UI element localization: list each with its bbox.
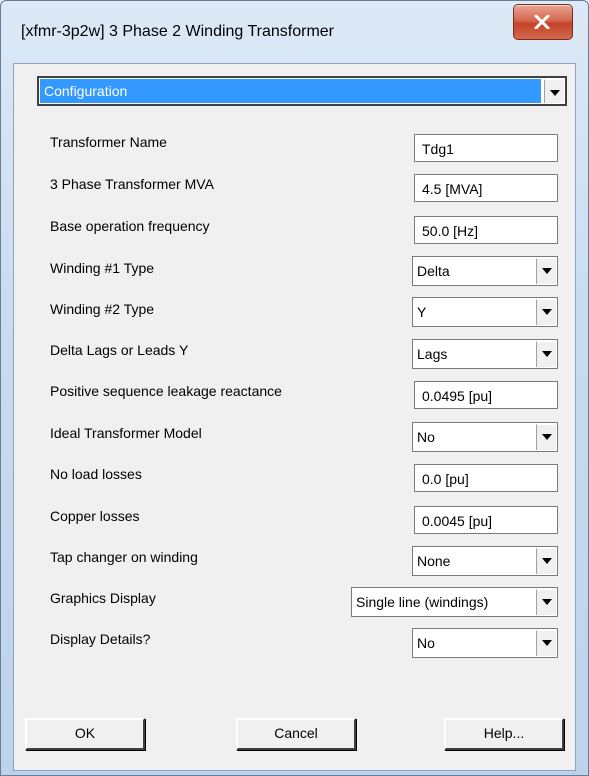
no-load-losses-value: 0.0 [pu]	[422, 471, 469, 487]
param-label-delta-lags: Delta Lags or Leads Y	[50, 342, 189, 358]
ideal-model-select[interactable]: No	[412, 422, 558, 452]
copper-losses-field[interactable]: 0.0045 [pu]	[414, 506, 558, 534]
chevron-down-icon	[542, 268, 552, 274]
graphics-display-value: Single line (windings)	[356, 594, 489, 610]
param-label-mva: 3 Phase Transformer MVA	[50, 176, 214, 192]
chevron-down-icon	[542, 640, 552, 646]
param-label-winding2-type: Winding #2 Type	[50, 301, 155, 317]
close-icon	[534, 15, 550, 29]
transformer-name-field[interactable]: Tdg1	[414, 134, 558, 162]
chevron-down-icon	[542, 309, 552, 315]
chevron-down-icon	[542, 599, 552, 605]
dialog-body: Configuration Transformer Name Tdg1 3 Ph…	[13, 63, 576, 771]
param-label-winding1-type: Winding #1 Type	[50, 260, 155, 276]
close-button[interactable]	[513, 4, 573, 40]
delta-lags-arrow[interactable]	[536, 341, 556, 367]
winding1-type-value: Delta	[417, 263, 450, 279]
param-label-graphics-display: Graphics Display	[50, 590, 156, 606]
winding1-type-arrow[interactable]	[536, 258, 556, 284]
frequency-value: 50.0 [Hz]	[422, 223, 479, 239]
chevron-down-icon	[550, 90, 560, 96]
param-label-copper-losses: Copper losses	[50, 508, 140, 524]
ideal-model-arrow[interactable]	[536, 424, 556, 450]
param-label-display-details: Display Details?	[50, 631, 151, 647]
mva-field[interactable]: 4.5 [MVA]	[414, 174, 558, 202]
winding1-type-select[interactable]: Delta	[412, 256, 558, 286]
leakage-reactance-field[interactable]: 0.0495 [pu]	[414, 381, 558, 409]
winding2-type-select[interactable]: Y	[412, 297, 558, 327]
section-select[interactable]: Configuration	[37, 76, 567, 106]
section-select-arrow[interactable]	[544, 79, 564, 103]
graphics-display-select[interactable]: Single line (windings)	[351, 587, 558, 617]
param-label-transformer-name: Transformer Name	[50, 134, 167, 150]
cancel-button[interactable]: Cancel	[236, 718, 356, 750]
ok-button[interactable]: OK	[25, 718, 145, 750]
tap-changer-arrow[interactable]	[536, 548, 556, 574]
param-label-tap-changer: Tap changer on winding	[50, 549, 198, 565]
display-details-arrow[interactable]	[536, 630, 556, 656]
display-details-value: No	[417, 635, 435, 651]
tap-changer-select[interactable]: None	[412, 546, 558, 576]
title-bar[interactable]: [xfmr-3p2w] 3 Phase 2 Winding Transforme…	[1, 1, 588, 63]
ideal-model-value: No	[417, 429, 435, 445]
winding2-type-value: Y	[417, 304, 427, 320]
graphics-display-arrow[interactable]	[536, 589, 556, 615]
param-label-ideal-model: Ideal Transformer Model	[50, 425, 202, 441]
dialog-window: [xfmr-3p2w] 3 Phase 2 Winding Transforme…	[0, 0, 589, 776]
frequency-field[interactable]: 50.0 [Hz]	[414, 216, 558, 244]
no-load-losses-field[interactable]: 0.0 [pu]	[414, 464, 558, 492]
delta-lags-value: Lags	[417, 346, 448, 362]
param-label-frequency: Base operation frequency	[50, 218, 210, 234]
chevron-down-icon	[542, 351, 552, 357]
section-select-value: Configuration	[40, 79, 541, 103]
chevron-down-icon	[542, 558, 552, 564]
help-button[interactable]: Help...	[444, 718, 564, 750]
winding2-type-arrow[interactable]	[536, 299, 556, 325]
mva-value: 4.5 [MVA]	[422, 181, 483, 197]
tap-changer-value: None	[417, 553, 451, 569]
transformer-name-value: Tdg1	[422, 141, 454, 157]
chevron-down-icon	[542, 434, 552, 440]
param-label-leakage-reactance: Positive sequence leakage reactance	[50, 383, 282, 399]
delta-lags-select[interactable]: Lags	[412, 339, 558, 369]
param-label-no-load-losses: No load losses	[50, 466, 142, 482]
window-title: [xfmr-3p2w] 3 Phase 2 Winding Transforme…	[21, 23, 335, 40]
copper-losses-value: 0.0045 [pu]	[422, 513, 493, 529]
display-details-select[interactable]: No	[412, 628, 558, 658]
leakage-reactance-value: 0.0495 [pu]	[422, 388, 493, 404]
